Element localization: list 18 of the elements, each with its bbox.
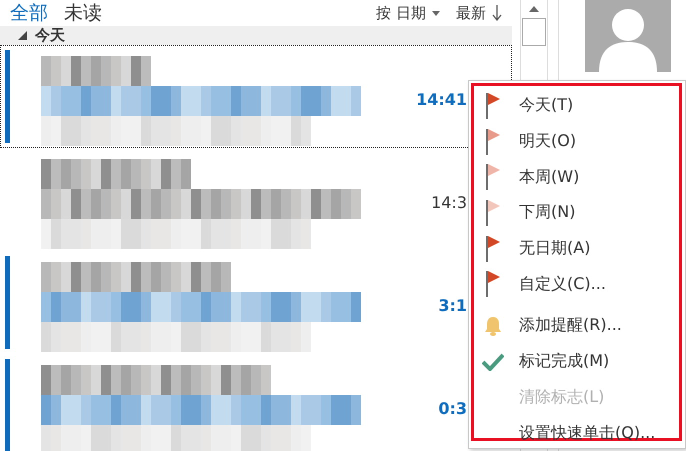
scrollbar-thumb[interactable] — [522, 18, 546, 46]
message-row[interactable]: 14:41 — [0, 45, 512, 148]
sort-by-dropdown[interactable]: 按 日期 — [376, 4, 440, 22]
message-time: 14:3 — [430, 192, 467, 214]
message-time: 14:41 — [415, 89, 467, 111]
message-time: 3:1 — [437, 295, 467, 317]
scroll-up-icon[interactable] — [529, 6, 539, 12]
expanded-icon[interactable] — [18, 31, 27, 40]
message-time: 0:3 — [437, 398, 467, 420]
bell-icon — [485, 316, 501, 336]
avatar-icon — [585, 0, 671, 72]
filter-tab[interactable]: 未读 — [64, 0, 102, 26]
sort-order-button[interactable]: 最新 — [456, 4, 502, 22]
filter-tab[interactable]: 全部 — [10, 0, 48, 26]
caret-icon — [432, 10, 440, 16]
down-arrow-icon — [492, 5, 502, 21]
checkmark-icon — [482, 353, 504, 371]
group-header: 今天 — [35, 26, 65, 45]
